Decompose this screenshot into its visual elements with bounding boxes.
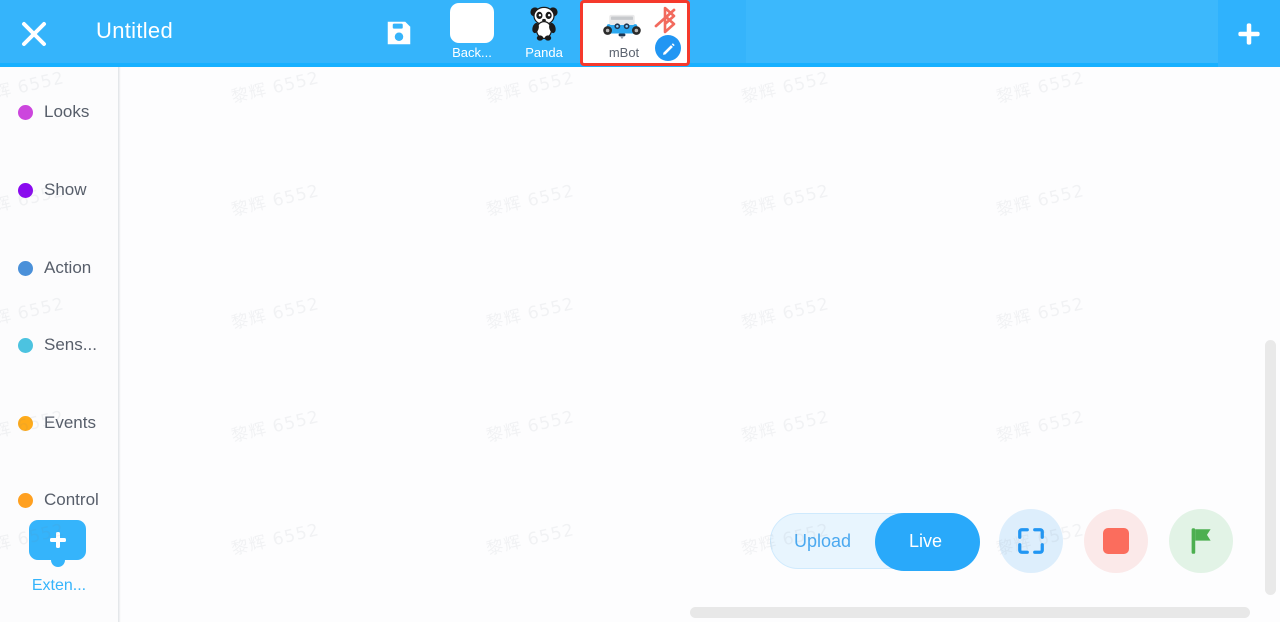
close-icon	[22, 22, 46, 46]
upload-live-toggle[interactable]: Upload Live	[770, 513, 980, 571]
device-sprite-tab-strip: Back... Panda mBot	[436, 0, 690, 67]
page-title[interactable]: Untitled	[96, 18, 173, 44]
horizontal-scrollbar[interactable]	[690, 607, 1250, 618]
category-dot-looks-icon	[18, 104, 33, 120]
panda-sprite-icon	[522, 3, 566, 43]
sidebar-item-action[interactable]: Action	[0, 248, 118, 288]
tab-mbot[interactable]: mBot	[580, 0, 690, 66]
sidebar-item-label: Looks	[44, 102, 90, 121]
tab-label: mBot	[608, 45, 640, 60]
add-extension-button[interactable]	[29, 520, 86, 567]
sidebar-item-sensing[interactable]: Sens...	[0, 325, 118, 365]
toggle-option-upload[interactable]: Upload	[771, 531, 874, 552]
mblock-app-window: Looks Show Action Sens... Events Control	[0, 0, 1280, 622]
green-flag-icon	[1191, 528, 1211, 554]
fullscreen-icon	[1018, 528, 1044, 554]
header-right-band	[746, 0, 1218, 67]
edit-device-button[interactable]	[655, 35, 681, 61]
category-dot-action-icon	[18, 260, 33, 276]
sidebar-item-control[interactable]: Control	[0, 480, 118, 520]
sidebar-item-label: Events	[44, 413, 96, 432]
sidebar-item-events[interactable]: Events	[0, 403, 118, 443]
add-extension-label[interactable]: Exten...	[0, 577, 118, 595]
run-green-flag-button[interactable]	[1169, 509, 1233, 573]
run-controls: Upload Live	[770, 509, 1233, 573]
sidebar-item-label: Action	[44, 258, 92, 277]
fullscreen-button[interactable]	[999, 509, 1063, 573]
backdrop-thumbnail	[450, 3, 494, 43]
bluetooth-disconnected-icon	[651, 5, 681, 35]
sidebar-item-looks[interactable]: Looks	[0, 92, 118, 132]
category-dot-events-icon	[18, 415, 33, 431]
tab-label: Panda	[525, 45, 563, 60]
toggle-option-live[interactable]: Live	[874, 531, 977, 552]
tab-backdrop[interactable]: Back...	[436, 0, 508, 67]
extension-notch	[51, 558, 65, 567]
sidebar-divider	[118, 67, 121, 622]
sidebar-item-label: Show	[44, 180, 87, 199]
tab-panda[interactable]: Panda	[508, 0, 580, 67]
block-category-sidebar: Looks Show Action Sens... Events Control	[0, 67, 118, 622]
sidebar-item-label: Sens...	[44, 335, 97, 354]
vertical-scrollbar[interactable]	[1265, 340, 1276, 595]
sidebar-item-label: Control	[44, 490, 99, 509]
close-button[interactable]	[14, 14, 54, 54]
tab-label: Back...	[452, 45, 492, 60]
sidebar-item-show[interactable]: Show	[0, 170, 118, 210]
category-dot-control-icon	[18, 492, 33, 508]
stop-square-icon	[1103, 528, 1129, 554]
category-dot-sensing-icon	[18, 337, 33, 353]
add-extension-icon	[29, 520, 86, 560]
plus-icon	[1238, 22, 1260, 45]
mbot-robot-icon	[600, 5, 644, 45]
pencil-edit-icon	[662, 42, 675, 55]
save-button[interactable]	[382, 16, 416, 50]
stop-button[interactable]	[1084, 509, 1148, 573]
save-icon	[387, 21, 411, 45]
category-dot-show-icon	[18, 182, 33, 198]
add-device-button[interactable]	[1218, 0, 1280, 67]
